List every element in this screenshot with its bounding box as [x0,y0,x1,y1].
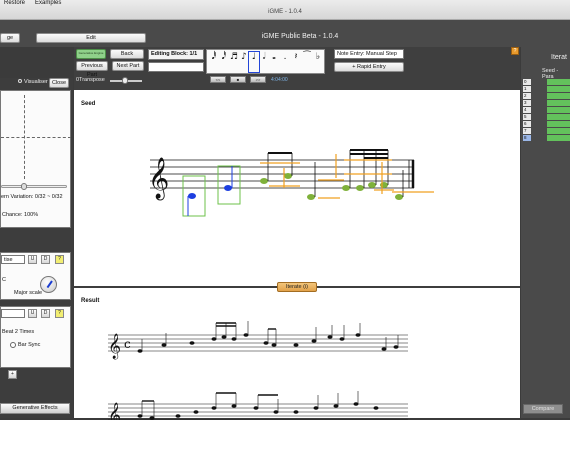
seed-selection-box [217,165,241,205]
iteration-row-6[interactable]: 6 [523,121,570,127]
seed-note[interactable] [380,182,388,188]
iteration-title: Iterat [551,54,567,61]
edit-button[interactable]: Edit [36,33,146,43]
close-button[interactable]: Close [49,78,69,88]
iteration-row-5[interactable]: 5 [523,114,570,120]
next-part-button[interactable]: Next Part [112,61,144,71]
iteration-row-1[interactable]: 1 [523,86,570,92]
window-title: iGME - 1.0.4 [268,9,302,15]
rewind-button[interactable]: << [210,76,226,83]
seed-note[interactable] [188,193,196,199]
note-entry-select[interactable]: Note Entry: Manual Step [334,49,404,59]
fast-forward-button[interactable]: >> [250,76,266,83]
generative-effects-button[interactable]: Generative Effects [0,403,70,414]
back-button[interactable]: Back [110,49,144,59]
sixteenth-note-icon[interactable]: ♬ [229,52,239,72]
visualiser-label: Visualiser [24,79,48,85]
result-staff: 𝄞 c 𝄞 [108,321,408,420]
treble-clef-icon: 𝄞 [148,157,169,200]
seed-note[interactable] [356,185,364,191]
menu-examples[interactable]: Examples [35,0,61,8]
result-heading: Result [81,298,100,304]
menu-restore[interactable]: Restore [4,0,25,8]
down-button[interactable]: D [41,255,50,264]
visualiser-horizontal-line [1,137,71,138]
seed-note[interactable] [284,173,292,179]
repeat-panel: U D ? Beat 2 Times Bar Sync [0,306,71,368]
iteration-row-3[interactable]: 3 [523,100,570,106]
previous-part-button[interactable]: Previous Part [76,61,108,78]
app-window: Restore Examples iGME - 1.0.4 ge Edit iG… [0,0,570,420]
stop-button[interactable]: ■ [230,76,246,83]
repeat-select[interactable] [1,309,25,318]
add-effect-button[interactable]: + [8,370,17,379]
seed-note[interactable] [260,178,268,184]
right-panel: Iterat Seed - Para 0 1 2 3 4 5 6 7 8 [521,47,570,418]
iteration-row-4[interactable]: 4 [523,107,570,113]
seed-staff: 𝄞 [148,149,434,217]
time-display: 4:04:00 [271,77,288,83]
mode-select[interactable]: tise [1,255,25,264]
iteration-row-8[interactable]: 8 [523,135,570,141]
variation-slider-handle[interactable] [21,183,27,190]
seed-note[interactable] [307,194,315,200]
bar-sync-radio[interactable] [10,342,16,348]
scale-knob[interactable] [40,276,57,293]
seed-note[interactable] [368,182,376,188]
repeat-down-button[interactable]: D [41,309,50,318]
scale-knob-pointer [46,280,53,289]
treble-clef-icon: 𝄞 [108,402,121,420]
half-note-icon[interactable]: 𝅗𝅥 [259,52,269,72]
iteration-row-7[interactable]: 7 [523,128,570,134]
visualiser-panel: ern Variation: 0/32 ~ 0/32 Chance: 100% [0,90,71,228]
rapid-entry-button[interactable]: + Rapid Entry [334,62,404,72]
treble-clef-icon: 𝄞 [108,333,121,359]
generative-engine-button[interactable]: Generative Engine [76,49,106,59]
eighth-note-icon[interactable]: ♪ [239,52,249,72]
editing-block-label: Editing Block: 1/1 [148,49,204,60]
title-bar: Restore Examples iGME - 1.0.4 [0,0,570,20]
block-name-field[interactable] [148,62,204,72]
common-time-icon: c [124,337,131,351]
up-button[interactable]: U [28,255,37,264]
dot-icon[interactable]: . [280,52,290,72]
transpose-slider-handle[interactable] [122,77,128,84]
menu-bar: Restore Examples [0,0,61,8]
tie-icon[interactable]: ⁀ [302,52,312,72]
note-palette: 𝅘𝅥𝅱 𝅘𝅥𝅰 ♬ ♪ ♩ 𝅗𝅥 𝅝 . 𝄽 ⁀ ♭ [206,49,325,74]
seed-heading: Seed [81,101,96,107]
seed-note[interactable] [224,185,232,191]
bar-sync-label: Bar Sync [18,342,41,348]
sixtyfourth-note-icon[interactable]: 𝅘𝅥𝅱 [209,52,219,72]
rest-icon[interactable]: 𝄽 [291,52,301,72]
help-button[interactable]: ? [511,47,519,55]
scale-help-button[interactable]: ? [55,255,64,264]
seed-note[interactable] [342,185,350,191]
transpose-label: 0Transpose [76,77,105,83]
thirtysecond-note-icon[interactable]: 𝅘𝅥𝅰 [219,52,229,72]
score-area: Seed 𝄞 Iterate (i) Result 𝄞 c 𝄞 [74,90,520,420]
variation-readout: ern Variation: 0/32 ~ 0/32 [1,194,63,200]
left-mode-button[interactable]: ge [0,33,20,43]
repeat-label: Beat 2 Times [2,329,35,335]
iteration-row-0[interactable]: 0 [523,79,570,85]
compare-button[interactable]: Compare [523,404,563,414]
seed-note[interactable] [395,194,403,200]
repeat-help-button[interactable]: ? [55,309,64,318]
variation-slider[interactable] [1,185,67,188]
whole-note-icon[interactable]: 𝅝 [269,52,279,72]
visualiser-toggle[interactable] [18,79,22,83]
flat-icon[interactable]: ♭ [313,52,323,72]
quarter-note-icon[interactable]: ♩ [248,51,260,73]
chance-readout: Chance: 100% [2,212,39,218]
iterate-button[interactable]: Iterate (i) [277,282,317,292]
repeat-up-button[interactable]: U [28,309,37,318]
app-title: iGME Public Beta - 1.0.4 [261,33,339,40]
iteration-row-2[interactable]: 2 [523,93,570,99]
key-label: C [2,277,6,283]
scale-panel: tise U D ? C Major scale [0,252,71,300]
scale-label: Major scale [14,290,43,296]
